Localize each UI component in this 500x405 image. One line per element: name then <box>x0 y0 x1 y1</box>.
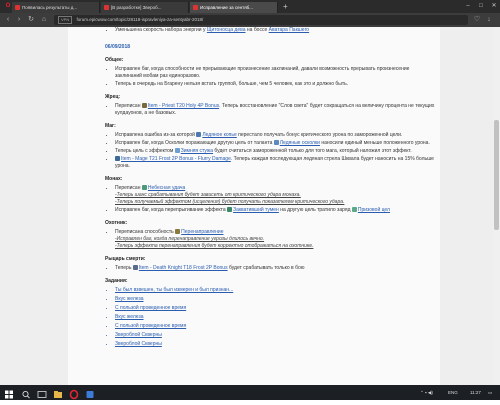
section-title-monk: Монах: <box>105 176 123 182</box>
browser-tab-bar: Появилась результаты д... [В разработке]… <box>0 0 500 13</box>
browser-tab[interactable]: Появилась результаты д... <box>12 2 100 13</box>
tab-label: Исправление за сентяб... <box>200 5 253 10</box>
bookmark-icon[interactable]: ♡ <box>472 15 482 25</box>
spell-icon <box>351 207 357 213</box>
tab-favicon-icon <box>193 5 198 10</box>
address-toolbar: ‹ › ↻ ⌂ VPN forum.epicwow.com/topic/2811… <box>0 13 500 27</box>
list-item: Исправлен баг, когда Осколки поражающие … <box>115 140 435 147</box>
spell-icon <box>174 148 180 154</box>
list-item: Исправлена ошибка из-за которой Ледяное … <box>115 132 435 139</box>
spell-link[interactable]: Item - Mage T21 Frost 2P Bonus - Flurry … <box>121 156 231 162</box>
spell-link[interactable]: Небесная удача <box>148 185 185 191</box>
tab-label: Появилась результаты д... <box>22 5 78 10</box>
tab-favicon-icon <box>15 5 20 10</box>
quest-link[interactable]: Вкус железа <box>115 314 435 321</box>
page-right-margin <box>440 27 500 385</box>
file-explorer-icon[interactable] <box>52 387 64 398</box>
sub-note: -Теперь получаемый эффектом (исцеления) … <box>115 199 345 205</box>
spell-icon <box>273 140 279 146</box>
sub-note: -Исправлен баг, когда перенаправление уг… <box>115 236 265 242</box>
section-title-quests: Задания: <box>105 278 128 284</box>
changelog-date: 06/09/2018 <box>105 44 131 50</box>
list-item: Исправлен баг, когда способности не прер… <box>115 66 435 80</box>
list-item: Item - Mage T21 Frost 2P Bonus - Flurry … <box>115 156 435 170</box>
spell-icon <box>141 185 147 191</box>
section-title-dk: Рыцарь смерти: <box>105 256 146 262</box>
list-item: Уменьшена скорость набора энергии у Щито… <box>115 27 435 34</box>
language-indicator[interactable]: ENG <box>448 385 458 400</box>
scrollbar-thumb[interactable] <box>494 120 499 230</box>
notifications-icon[interactable]: ▭ <box>488 385 492 400</box>
new-tab-button[interactable]: + <box>283 1 288 12</box>
list-item: Теперь Item - Death Knight T18 Frost 2P … <box>115 265 435 272</box>
tray-icons[interactable]: ⌃ ▪ ◀) <box>420 385 433 400</box>
back-icon[interactable]: ‹ <box>3 15 13 25</box>
spell-icon <box>196 132 202 138</box>
maximize-icon[interactable]: □ <box>475 0 487 13</box>
close-icon[interactable]: ✕ <box>488 0 500 13</box>
list-item: Переписан Item - Priest T20 Holy 4P Bonu… <box>115 103 435 117</box>
vpn-badge[interactable]: VPN <box>58 16 73 24</box>
app-icon[interactable] <box>84 387 96 398</box>
section-title-general: Общее: <box>105 57 124 63</box>
web-page: Уменьшена скорость набора энергии у Щито… <box>0 27 500 385</box>
quest-link[interactable]: Вкус железа <box>115 296 435 303</box>
opera-browser-icon[interactable] <box>68 387 80 400</box>
home-icon[interactable]: ⌂ <box>39 15 49 25</box>
npc-link[interactable]: Щитоносца дева <box>207 27 246 33</box>
clock[interactable]: 11:27 <box>470 385 481 400</box>
forward-icon[interactable]: › <box>14 15 24 25</box>
browser-tab-active[interactable]: Исправление за сентяб... <box>190 2 278 13</box>
spell-icon <box>141 103 147 109</box>
sub-note: -Теперь эффекта перенаправления будет ко… <box>115 243 314 249</box>
url-text: forum.epicwow.com/topic/28118-ispravleni… <box>76 17 204 22</box>
spell-icon <box>175 229 181 235</box>
spell-link[interactable]: Ледяные осколки <box>280 140 320 146</box>
spell-icon <box>132 265 138 271</box>
download-icon[interactable]: ↓ <box>484 15 494 25</box>
tab-favicon-icon <box>104 5 109 10</box>
windows-start-icon[interactable] <box>3 387 15 399</box>
opera-menu-icon[interactable]: O <box>2 0 14 13</box>
quest-link[interactable]: С пользой проведенное время <box>115 305 435 312</box>
spell-icon <box>227 207 233 213</box>
post-content: Уменьшена скорость набора энергии у Щито… <box>105 27 435 350</box>
spell-link[interactable]: Заквативший тумен <box>233 207 279 213</box>
reload-icon[interactable]: ↻ <box>26 15 36 25</box>
browser-tab[interactable]: [В разработке] Звероб... <box>101 2 189 13</box>
section-title-hunter: Охотник: <box>105 220 128 226</box>
npc-link[interactable]: Аватара Пакшего <box>269 27 309 33</box>
spell-link[interactable]: Item - Death Knight T18 Frost 2P Bonus <box>139 265 228 271</box>
quest-link[interactable]: Ты был взвешен, ты был измерен и был при… <box>115 287 435 294</box>
sub-note: -Теперь шанс срабатывания будет зависеть… <box>115 192 301 198</box>
page-left-margin <box>0 27 68 385</box>
list-item: Исправлен баг, когда перепрыгивание эффе… <box>115 207 435 214</box>
minimize-icon[interactable]: – <box>462 0 474 13</box>
section-title-mage: Маг: <box>105 123 116 129</box>
quest-link[interactable]: Звероблой Скверны <box>115 341 435 348</box>
taskbar: ⌃ ▪ ◀) ENG 11:27 ▭ <box>0 385 500 400</box>
spell-link[interactable]: Перенаправление <box>181 229 223 235</box>
task-view-icon[interactable] <box>36 387 48 398</box>
spell-link[interactable]: Призовой цел <box>358 207 390 213</box>
address-input[interactable]: VPN forum.epicwow.com/topic/28118-isprav… <box>54 15 468 25</box>
spell-link[interactable]: Ледяное копье <box>202 132 236 138</box>
spell-link[interactable]: Зимняя стужа <box>181 148 213 154</box>
list-item: Переписан Небесная удача -Теперь шанс ср… <box>115 185 435 206</box>
quest-link[interactable]: С пользой проведенное время <box>115 323 435 330</box>
list-item: Переписана способность Перенаправление -… <box>115 229 435 250</box>
quest-link[interactable]: Звероблой Скверны <box>115 332 435 339</box>
search-icon[interactable] <box>20 387 32 399</box>
spell-link[interactable]: Item - Priest T20 Holy 4P Bonus <box>148 103 219 109</box>
tab-label: [В разработке] Звероб... <box>111 5 162 10</box>
spell-icon <box>115 156 120 162</box>
section-title-priest: Жрец: <box>105 94 121 100</box>
list-item: Теперь цель с эффектом Зимняя стужа буде… <box>115 148 435 155</box>
list-item: Теперь в очередь на Бгарену нельзя встат… <box>115 81 435 88</box>
